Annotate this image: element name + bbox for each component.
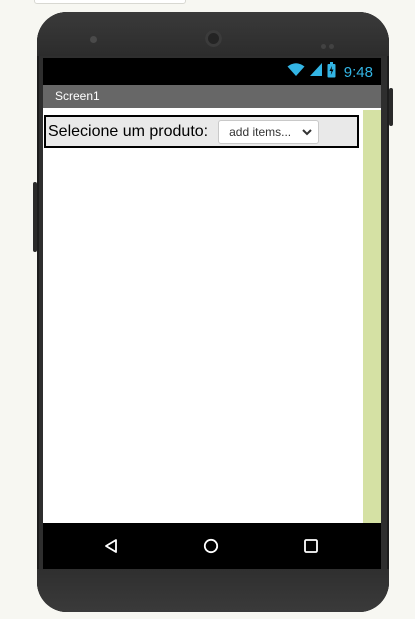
- sensor-icon: [90, 36, 97, 43]
- screen-title: Screen1: [55, 89, 100, 103]
- phone-bottom: [37, 569, 389, 612]
- status-bar: 9:48: [43, 58, 381, 85]
- recents-icon[interactable]: [300, 535, 322, 557]
- product-spinner[interactable]: add items...: [218, 119, 320, 144]
- camera-icon: [205, 30, 222, 47]
- wifi-icon: [287, 62, 305, 82]
- status-time: 9:48: [343, 63, 373, 81]
- chevron-down-icon: [302, 125, 312, 139]
- side-button-right: [389, 88, 393, 126]
- speaker-icon: [321, 36, 339, 49]
- right-strip: [363, 110, 381, 523]
- status-icons: 9:48: [287, 61, 373, 83]
- battery-icon: [327, 61, 336, 83]
- back-icon[interactable]: [100, 535, 122, 557]
- screen-content: Selecione um produto: add items...: [43, 110, 363, 523]
- signal-icon: [309, 62, 323, 82]
- top-tab: [34, 0, 186, 4]
- phone-screen: 9:48 Screen1 Selecione um produto: add i…: [43, 58, 381, 569]
- title-bar: Screen1: [43, 85, 381, 108]
- navigation-bar: [43, 523, 381, 569]
- spinner-selected-value: add items...: [229, 124, 292, 139]
- product-row: Selecione um produto: add items...: [44, 115, 359, 148]
- home-icon[interactable]: [200, 535, 222, 557]
- product-label: Selecione um produto:: [48, 122, 209, 140]
